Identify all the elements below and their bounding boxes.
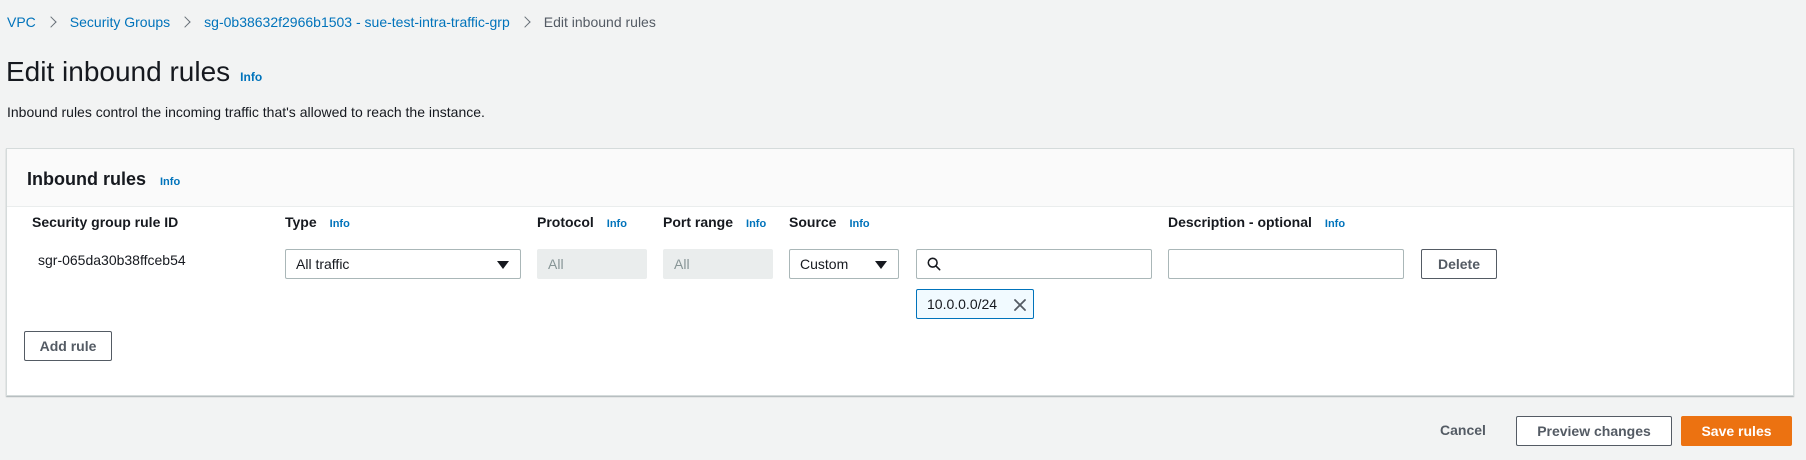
source-cidr-value: 10.0.0.0/24 — [927, 296, 998, 312]
protocol-info-link[interactable]: Info — [607, 218, 627, 230]
port-range-info-link[interactable]: Info — [746, 218, 766, 230]
chevron-right-icon — [179, 16, 191, 28]
add-rule-button[interactable]: Add rule — [24, 331, 112, 361]
panel-header: Inbound rules Info — [7, 149, 1793, 207]
source-search-input[interactable] — [916, 249, 1152, 279]
page-description: Inbound rules control the incoming traff… — [7, 104, 485, 120]
caret-down-icon — [497, 261, 509, 269]
panel-info-link[interactable]: Info — [160, 176, 180, 188]
col-protocol-text: Protocol — [537, 214, 594, 230]
page-info-link[interactable]: Info — [240, 70, 262, 84]
source-type-value: Custom — [800, 256, 849, 272]
breadcrumb-security-group[interactable]: sg-0b38632f2966b1503 - sue-test-intra-tr… — [204, 14, 510, 30]
type-select[interactable]: All traffic — [285, 249, 521, 279]
cancel-button[interactable]: Cancel — [1440, 422, 1486, 438]
type-select-value: All traffic — [296, 256, 350, 272]
chevron-right-icon — [45, 16, 57, 28]
protocol-field: All — [537, 249, 647, 279]
col-source-text: Source — [789, 214, 837, 230]
source-cidr-token: 10.0.0.0/24 — [916, 289, 1034, 319]
delete-rule-button[interactable]: Delete — [1421, 249, 1497, 279]
search-icon — [927, 257, 941, 271]
caret-down-icon — [875, 261, 887, 269]
col-rule-id-label: Security group rule ID — [32, 214, 178, 230]
type-info-link[interactable]: Info — [330, 218, 350, 230]
col-port-range-label: Port range Info — [663, 214, 766, 230]
col-port-range-text: Port range — [663, 214, 734, 230]
description-info-link[interactable]: Info — [1325, 218, 1345, 230]
save-rules-button[interactable]: Save rules — [1681, 416, 1792, 446]
col-rule-id-text: Security group rule ID — [32, 214, 179, 230]
breadcrumb-vpc[interactable]: VPC — [7, 14, 36, 30]
col-description-text: Description - optional — [1168, 214, 1312, 230]
col-type-text: Type — [285, 214, 317, 230]
breadcrumb-security-groups[interactable]: Security Groups — [70, 14, 170, 30]
close-icon[interactable] — [1011, 296, 1029, 314]
page-title: Edit inbound rules — [6, 56, 231, 87]
source-info-link[interactable]: Info — [849, 218, 869, 230]
col-source-label: Source Info — [789, 214, 870, 230]
source-type-select[interactable]: Custom — [789, 249, 899, 279]
breadcrumb-current: Edit inbound rules — [543, 14, 656, 30]
inbound-rules-panel: Inbound rules Info Security group rule I… — [6, 148, 1794, 396]
description-input[interactable] — [1168, 249, 1404, 279]
col-type-label: Type Info — [285, 214, 350, 230]
panel-title: Inbound rules — [27, 169, 146, 189]
panel-title-row: Inbound rules Info — [27, 169, 180, 190]
col-protocol-label: Protocol Info — [537, 214, 627, 230]
rule-id-value: sgr-065da30b38ffceb54 — [38, 252, 186, 268]
chevron-right-icon — [519, 16, 531, 28]
col-description-label: Description - optional Info — [1168, 214, 1345, 230]
breadcrumb: VPC Security Groups sg-0b38632f2966b1503… — [7, 14, 656, 30]
port-range-field: All — [663, 249, 773, 279]
preview-changes-button[interactable]: Preview changes — [1516, 416, 1672, 446]
page-title-row: Edit inbound rules Info — [6, 56, 262, 88]
